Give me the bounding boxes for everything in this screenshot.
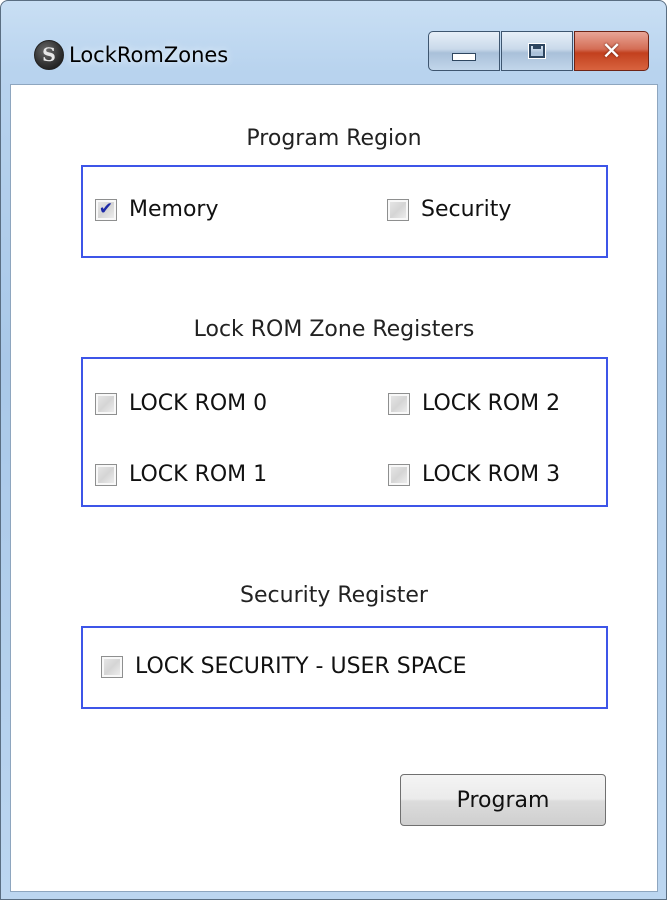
lock-rom-1-checkbox[interactable]: LOCK ROM 1 [95, 462, 267, 487]
close-icon: ✕ [601, 37, 622, 65]
checkbox-box[interactable] [95, 392, 117, 415]
memory-checkbox[interactable]: ✔ Memory [95, 197, 218, 222]
checkbox-label: LOCK ROM 3 [422, 462, 561, 487]
checkbox-label: LOCK ROM 0 [129, 391, 268, 416]
program-region-group: ✔ Memory Security [81, 165, 608, 258]
maximize-icon [528, 43, 546, 59]
security-checkbox[interactable]: Security [387, 197, 511, 222]
checkbox-label: Memory [129, 197, 219, 222]
checkmark-icon: ✔ [98, 199, 114, 219]
minimize-button[interactable] [428, 31, 500, 71]
title-bar[interactable]: S LockRomZones ✕ [1, 1, 666, 77]
app-icon[interactable]: S [34, 40, 64, 70]
program-button[interactable]: Program [400, 774, 606, 826]
lock-rom-2-checkbox[interactable]: LOCK ROM 2 [388, 391, 560, 416]
security-register-group: LOCK SECURITY - USER SPACE [81, 626, 608, 709]
lock-rom-group: LOCK ROM 0 LOCK ROM 2 LOCK ROM 1 LOCK RO… [81, 357, 608, 507]
close-button[interactable]: ✕ [574, 31, 649, 71]
lock-rom-3-checkbox[interactable]: LOCK ROM 3 [388, 462, 560, 487]
client-area: Program Region ✔ Memory Security Lock RO… [10, 84, 658, 892]
lock-rom-0-checkbox[interactable]: LOCK ROM 0 [95, 391, 267, 416]
checkbox-label: LOCK SECURITY - USER SPACE [135, 654, 467, 679]
lock-security-user-space-checkbox[interactable]: LOCK SECURITY - USER SPACE [101, 654, 466, 679]
security-register-heading: Security Register [240, 583, 428, 608]
checkbox-box[interactable] [388, 392, 410, 415]
program-region-heading: Program Region [246, 126, 422, 151]
checkbox-label: LOCK ROM 2 [422, 391, 561, 416]
checkbox-label: LOCK ROM 1 [129, 462, 268, 487]
checkbox-box[interactable]: ✔ [95, 198, 117, 221]
lock-rom-heading: Lock ROM Zone Registers [193, 317, 475, 342]
minimize-icon [452, 53, 476, 61]
window-frame: S LockRomZones ✕ Program Region ✔ Memory… [0, 0, 667, 900]
maximize-button[interactable] [501, 31, 573, 71]
checkbox-box[interactable] [388, 463, 410, 486]
window-title: LockRomZones [69, 43, 229, 67]
checkbox-label: Security [421, 197, 512, 222]
checkbox-box[interactable] [101, 655, 123, 678]
checkbox-box[interactable] [387, 198, 409, 221]
checkbox-box[interactable] [95, 463, 117, 486]
